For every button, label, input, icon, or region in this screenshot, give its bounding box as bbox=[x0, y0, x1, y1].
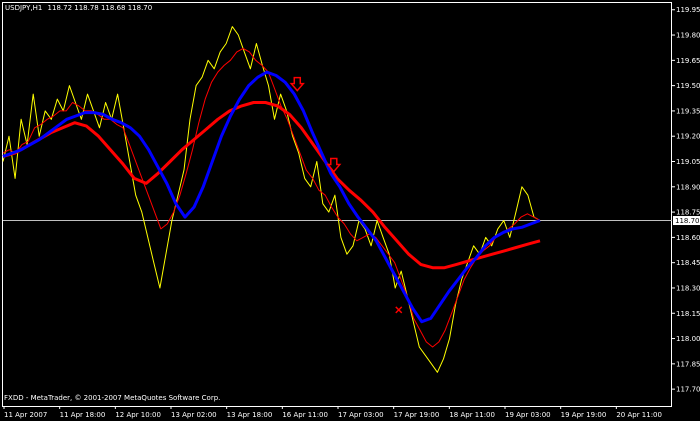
x-tick-label: 11 Apr 2007 bbox=[4, 411, 47, 419]
symbol-label: USDJPY,H1 bbox=[5, 4, 42, 12]
y-tick-label: 119.50 bbox=[676, 82, 700, 90]
x-tick-label: 16 Apr 11:00 bbox=[282, 411, 328, 419]
x-tick-label: 13 Apr 02:00 bbox=[171, 411, 217, 419]
y-tick-label: 119.20 bbox=[676, 133, 700, 141]
y-tick-label: 118.90 bbox=[676, 183, 700, 191]
y-tick-label: 118.45 bbox=[676, 259, 700, 267]
y-tick-label: 118.00 bbox=[676, 335, 700, 343]
y-tick-label: 118.30 bbox=[676, 284, 700, 292]
x-tick-label: 13 Apr 18:00 bbox=[227, 411, 273, 419]
x-tick-label: 17 Apr 19:00 bbox=[394, 411, 440, 419]
chart-background bbox=[0, 0, 700, 421]
x-tick-label: 17 Apr 03:00 bbox=[338, 411, 384, 419]
x-tick-label: 11 Apr 18:00 bbox=[60, 411, 106, 419]
y-tick-label: 118.15 bbox=[676, 310, 700, 318]
current-price-box: 118.70 bbox=[673, 216, 700, 226]
quotes-label: 118.72 118.78 118.68 118.70 bbox=[48, 4, 153, 12]
x-tick-label: 19 Apr 19:00 bbox=[561, 411, 607, 419]
x-tick-label: 20 Apr 11:00 bbox=[616, 411, 662, 419]
x-tick-label: 12 Apr 10:00 bbox=[115, 411, 161, 419]
y-tick-label: 118.75 bbox=[676, 209, 700, 217]
y-tick-label: 119.80 bbox=[676, 32, 700, 40]
y-tick-label: 117.85 bbox=[676, 360, 700, 368]
y-tick-label: 119.65 bbox=[676, 57, 700, 65]
chart-header: USDJPY,H1 118.72 118.78 118.68 118.70 bbox=[5, 4, 152, 12]
y-tick-label: 119.35 bbox=[676, 107, 700, 115]
x-tick-label: 19 Apr 03:00 bbox=[505, 411, 551, 419]
y-tick-label: 119.95 bbox=[676, 6, 700, 14]
y-tick-label: 119.05 bbox=[676, 158, 700, 166]
copyright-label: FXDD - MetaTrader, © 2001-2007 MetaQuote… bbox=[4, 394, 220, 402]
x-tick-label: 18 Apr 11:00 bbox=[449, 411, 495, 419]
y-tick-label: 117.70 bbox=[676, 386, 700, 394]
current-price-label: 118.70 bbox=[675, 217, 700, 225]
price-chart[interactable]: 119.95 119.80 119.65 119.50 119.35 119.20 119.… bbox=[0, 0, 700, 421]
y-tick-label: 118.60 bbox=[676, 234, 700, 242]
